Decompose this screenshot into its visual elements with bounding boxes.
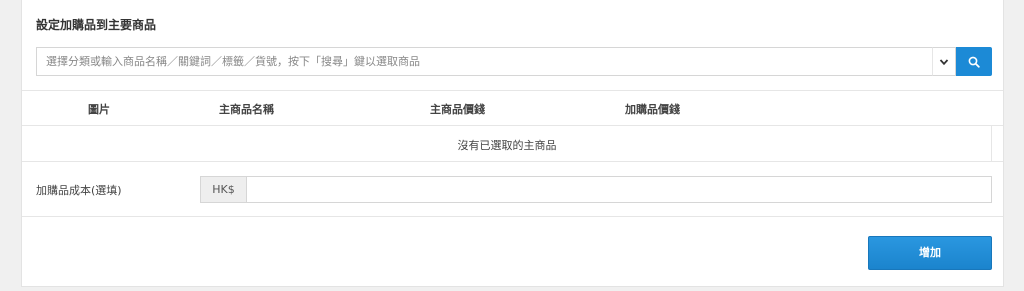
- add-button[interactable]: 增加: [868, 236, 992, 270]
- column-header-main-product-price: 主商品價錢: [430, 103, 485, 116]
- empty-message: 沒有已選取的主商品: [457, 139, 557, 152]
- cost-input-group: HK$: [200, 176, 992, 203]
- currency-addon: HK$: [200, 176, 247, 203]
- product-search-bar: [36, 47, 992, 76]
- column-header-image: 圖片: [88, 103, 110, 116]
- chevron-down-icon: [939, 58, 949, 65]
- product-search-input[interactable]: [36, 47, 932, 76]
- table-header: 圖片 主商品名稱 主商品價錢 加購品價錢: [22, 90, 1003, 126]
- table-empty-row: 沒有已選取的主商品: [22, 126, 1003, 162]
- search-icon: [968, 56, 980, 68]
- divider: [22, 216, 1003, 217]
- table-scroll-edge: [991, 126, 992, 161]
- search-button[interactable]: [956, 47, 992, 76]
- column-header-add-on-price: 加購品價錢: [625, 103, 680, 116]
- section-title: 設定加購品到主要商品: [36, 18, 157, 32]
- cost-label: 加購品成本(選填): [36, 184, 122, 197]
- cost-input[interactable]: [247, 176, 992, 203]
- add-on-settings-panel: 設定加購品到主要商品 圖片 主商品名稱 主商品價錢 加購品價錢 沒有已選取的主商…: [21, 0, 1004, 287]
- category-dropdown-button[interactable]: [932, 47, 956, 76]
- column-header-main-product-name: 主商品名稱: [219, 103, 274, 116]
